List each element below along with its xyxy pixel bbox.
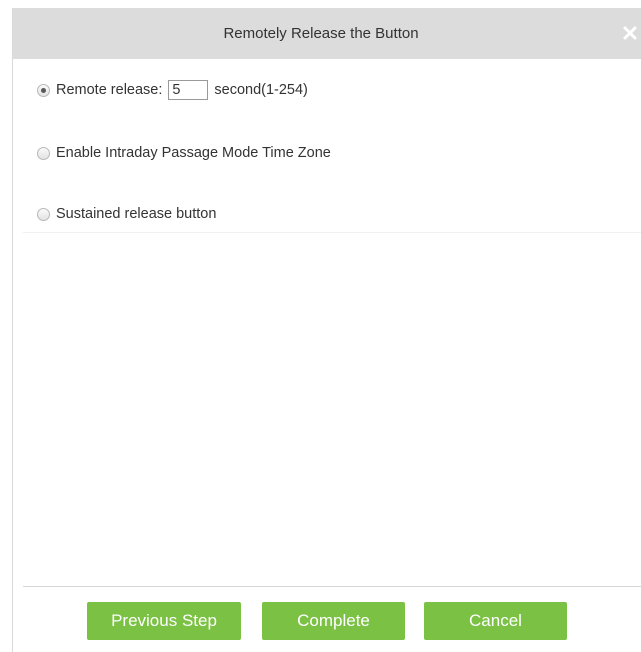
dialog-titlebar: Remotely Release the Button [13, 8, 641, 59]
close-icon-glyph [623, 26, 637, 40]
intraday-passage-radio[interactable] [37, 146, 50, 160]
content-divider [23, 232, 641, 233]
remote-release-label: Remote release: [56, 82, 163, 98]
sustained-release-radio[interactable] [37, 207, 50, 221]
sustained-release-option: Sustained release button [37, 203, 216, 225]
complete-button[interactable]: Complete [262, 602, 405, 640]
intraday-passage-option: Enable Intraday Passage Mode Time Zone [37, 142, 331, 164]
sustained-release-label: Sustained release button [56, 206, 217, 222]
remote-release-seconds-input[interactable] [168, 80, 209, 100]
intraday-passage-label: Enable Intraday Passage Mode Time Zone [56, 145, 331, 161]
cancel-button[interactable]: Cancel [424, 602, 567, 640]
footer-divider [23, 586, 641, 587]
close-icon[interactable] [622, 25, 638, 41]
remote-release-dialog: Remotely Release the Button Remote relea… [12, 8, 641, 652]
remote-release-unit: second(1-254) [214, 82, 308, 98]
dialog-title: Remotely Release the Button [223, 25, 419, 42]
previous-step-button[interactable]: Previous Step [87, 602, 241, 640]
remote-release-radio[interactable] [37, 83, 50, 97]
remote-release-option: Remote release: second(1-254) [37, 79, 308, 101]
